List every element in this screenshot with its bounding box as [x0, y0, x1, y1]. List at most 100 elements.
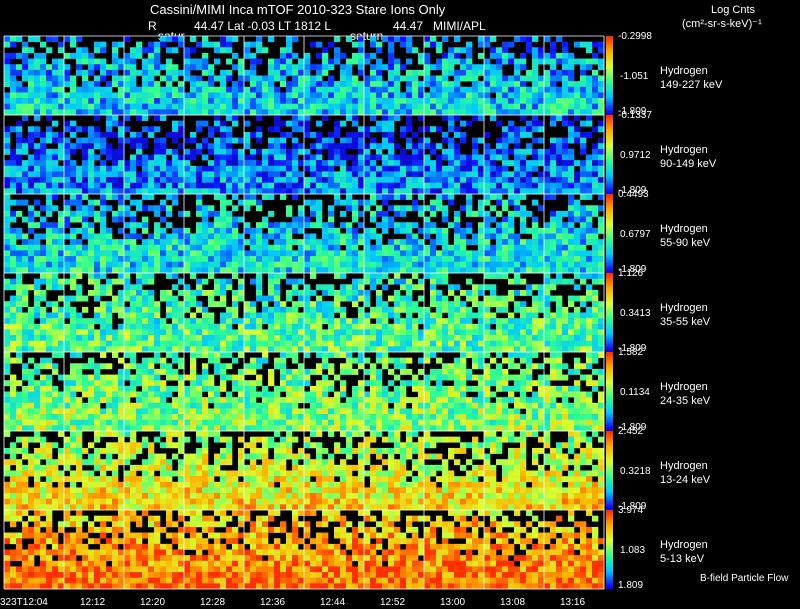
heatmap-cell	[232, 419, 239, 426]
heatmap-cell	[226, 92, 233, 99]
heatmap-cell	[436, 273, 443, 279]
heatmap-cell	[250, 182, 257, 189]
heatmap-cell	[202, 329, 209, 336]
heatmap-cell	[430, 261, 437, 268]
heatmap-cell	[100, 352, 107, 358]
heatmap-cell	[106, 363, 113, 370]
heatmap-cell	[364, 289, 371, 296]
heatmap-cell	[430, 165, 437, 172]
heatmap-cell	[22, 92, 29, 99]
heatmap-cell	[478, 86, 485, 93]
heatmap-cell	[526, 109, 533, 116]
heatmap-cell	[466, 295, 473, 302]
heatmap-cell	[502, 177, 509, 184]
heatmap-cell	[46, 380, 53, 387]
heatmap-cell	[496, 154, 503, 161]
heatmap-cell	[496, 58, 503, 65]
heatmap-cell	[376, 205, 383, 212]
heatmap-cell	[16, 380, 23, 387]
heatmap-cell	[10, 391, 17, 398]
heatmap-cell	[226, 98, 233, 105]
heatmap-cell	[268, 227, 275, 234]
heatmap-cell	[154, 335, 161, 342]
heatmap-cell	[28, 58, 35, 65]
heatmap-cell	[370, 227, 377, 234]
heatmap-cell	[232, 239, 239, 246]
heatmap-cell	[574, 244, 581, 251]
heatmap-cell	[184, 98, 191, 105]
heatmap-cell	[550, 81, 557, 88]
heatmap-cell	[454, 177, 461, 184]
heatmap-cell	[70, 199, 77, 206]
heatmap-cell	[520, 75, 527, 82]
heatmap-cell	[538, 75, 545, 82]
heatmap-cell	[574, 131, 581, 138]
heatmap-cell	[436, 312, 443, 319]
heatmap-cell	[166, 261, 173, 268]
heatmap-cell	[220, 216, 227, 223]
heatmap-cell	[100, 233, 107, 240]
heatmap-cell	[394, 335, 401, 342]
heatmap-cell	[268, 171, 275, 178]
heatmap-cell	[154, 98, 161, 105]
heatmap-cell	[262, 295, 269, 302]
heatmap-cell	[64, 425, 71, 432]
heatmap-cell	[208, 233, 215, 240]
heatmap-cell	[478, 115, 485, 121]
heatmap-cell	[22, 109, 29, 116]
heatmap-cell	[598, 301, 605, 308]
heatmap-cell	[136, 160, 143, 167]
heatmap-cell	[424, 75, 431, 82]
heatmap-cell	[550, 120, 557, 127]
heatmap-cell	[148, 357, 155, 364]
heatmap-cell	[208, 256, 215, 263]
heatmap-cell	[16, 154, 23, 161]
heatmap-cell	[328, 267, 335, 274]
heatmap-cell	[34, 380, 41, 387]
heatmap-cell	[166, 346, 173, 353]
heatmap-cell	[64, 103, 71, 110]
heatmap-cell	[172, 148, 179, 155]
heatmap-cell	[64, 312, 71, 319]
heatmap-cell	[460, 250, 467, 257]
heatmap-cell	[142, 318, 149, 325]
heatmap-cell	[292, 98, 299, 105]
heatmap-cell	[154, 182, 161, 189]
heatmap-cell	[436, 250, 443, 257]
heatmap-cell	[556, 160, 563, 167]
heatmap-cell	[160, 160, 167, 167]
heatmap-cell	[538, 340, 545, 347]
heatmap-cell	[520, 115, 527, 121]
heatmap-cell	[346, 323, 353, 330]
heatmap-cell	[4, 177, 11, 184]
heatmap-cell	[352, 41, 359, 48]
heatmap-cell	[196, 222, 203, 229]
heatmap-cell	[598, 267, 605, 274]
heatmap-cell	[112, 278, 119, 285]
heatmap-cell	[376, 267, 383, 274]
heatmap-cell	[280, 227, 287, 234]
heatmap-cell	[466, 239, 473, 246]
heatmap-cell	[442, 244, 449, 251]
heatmap-cell	[220, 244, 227, 251]
heatmap-cell	[64, 205, 71, 212]
heatmap-cell	[16, 340, 23, 347]
heatmap-cell	[58, 182, 65, 189]
heatmap-cell	[142, 391, 149, 398]
heatmap-cell	[520, 182, 527, 189]
heatmap-cell	[598, 154, 605, 161]
heatmap-cell	[268, 346, 275, 353]
heatmap-cell	[562, 233, 569, 240]
heatmap-cell	[292, 81, 299, 88]
heatmap-cell	[520, 188, 527, 195]
heatmap-cell	[244, 109, 251, 116]
heatmap-cell	[484, 194, 491, 200]
heatmap-cell	[406, 92, 413, 99]
heatmap-cell	[592, 278, 599, 285]
heatmap-cell	[76, 188, 83, 195]
heatmap-cell	[202, 408, 209, 415]
heatmap-cell	[88, 261, 95, 268]
heatmap-cell	[406, 222, 413, 229]
heatmap-cell	[10, 374, 17, 381]
heatmap-cell	[304, 301, 311, 308]
